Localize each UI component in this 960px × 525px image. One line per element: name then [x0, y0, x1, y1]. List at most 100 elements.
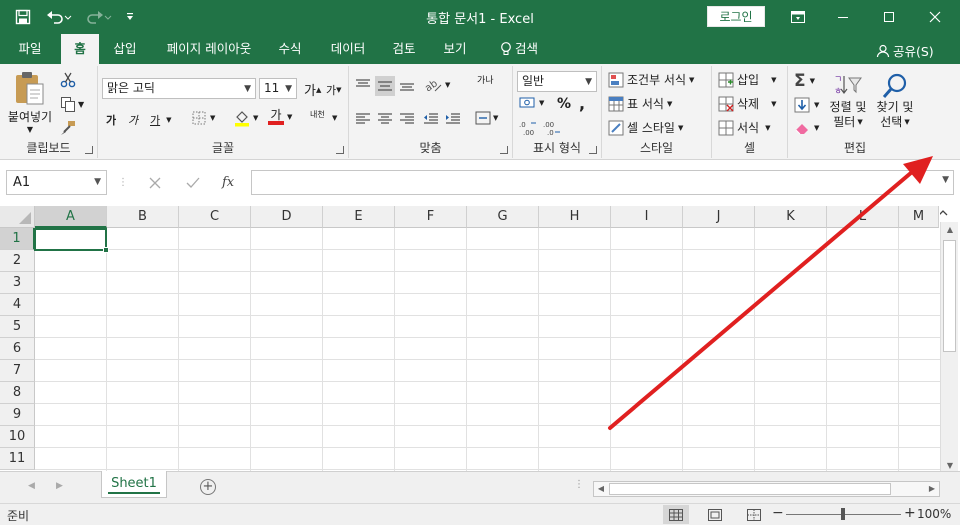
row-header[interactable]: 7: [0, 360, 35, 382]
tab-insert[interactable]: 삽입: [104, 34, 146, 64]
select-all-button[interactable]: [0, 206, 35, 228]
row-header[interactable]: 2: [0, 250, 35, 272]
align-center-button[interactable]: [377, 112, 393, 126]
horizontal-scrollbar[interactable]: ◀ ▶: [593, 481, 940, 497]
row-header[interactable]: 1: [0, 228, 35, 250]
share-button[interactable]: 공유(S): [876, 41, 934, 60]
tab-review[interactable]: 검토: [384, 34, 424, 64]
undo-button[interactable]: [42, 5, 76, 29]
column-header[interactable]: D: [251, 206, 323, 228]
scroll-up-button[interactable]: ▲: [941, 222, 959, 238]
page-layout-view-button[interactable]: [702, 505, 728, 524]
find-select-button[interactable]: 찾기 및 선택 ▼: [872, 72, 918, 130]
cut-button[interactable]: [60, 72, 76, 88]
tab-page-layout[interactable]: 페이지 레이아웃: [156, 34, 262, 64]
number-dialog-launcher[interactable]: [589, 146, 597, 154]
column-header[interactable]: I: [611, 206, 683, 228]
maximize-button[interactable]: [866, 0, 912, 34]
column-header[interactable]: G: [467, 206, 539, 228]
increase-indent-button[interactable]: [445, 112, 461, 126]
next-sheet-button[interactable]: ▶: [56, 481, 63, 491]
alignment-dialog-launcher[interactable]: [500, 146, 508, 154]
row-header[interactable]: 4: [0, 294, 35, 316]
row-header[interactable]: 10: [0, 426, 35, 448]
decrease-indent-button[interactable]: [423, 112, 439, 126]
fill-handle[interactable]: [103, 247, 109, 253]
zoom-slider[interactable]: [786, 508, 901, 520]
save-button[interactable]: [10, 5, 36, 29]
align-top-button[interactable]: [355, 78, 371, 92]
clear-button[interactable]: ▼: [794, 121, 819, 135]
cell-styles-button[interactable]: 셀 스타일 ▼: [608, 119, 683, 136]
copy-button[interactable]: ▼: [60, 96, 84, 112]
bold-button[interactable]: 가: [106, 112, 116, 128]
column-header[interactable]: F: [395, 206, 467, 228]
customize-qat-button[interactable]: [122, 5, 138, 29]
close-button[interactable]: [912, 0, 958, 34]
paste-button[interactable]: 붙여넣기 ▼: [4, 70, 56, 136]
row-header[interactable]: 8: [0, 382, 35, 404]
column-header[interactable]: L: [827, 206, 899, 228]
zoom-out-button[interactable]: −: [772, 505, 784, 521]
prev-sheet-button[interactable]: ◀: [28, 481, 35, 491]
phonetic-dropdown[interactable]: ▼: [332, 114, 337, 122]
tab-data[interactable]: 데이터: [322, 34, 374, 64]
decrease-font-button[interactable]: 가 ▼: [326, 82, 342, 98]
row-header[interactable]: 11: [0, 448, 35, 470]
comma-style-button[interactable]: ,: [579, 94, 585, 113]
font-size-select[interactable]: 11 ▼: [259, 78, 297, 99]
accounting-format-button[interactable]: ▼: [519, 96, 544, 110]
vertical-scrollbar[interactable]: ▲ ▼: [940, 222, 958, 474]
wrap-text-button[interactable]: 가나: [477, 76, 495, 86]
decrease-decimal-button[interactable]: .00.0: [543, 120, 561, 136]
increase-decimal-button[interactable]: .0.00: [519, 120, 537, 136]
cell-area[interactable]: [35, 228, 940, 471]
underline-button[interactable]: 가 ▼: [150, 112, 172, 128]
cancel-entry-button[interactable]: [148, 170, 162, 195]
align-middle-button[interactable]: [375, 76, 395, 96]
ribbon-display-options-button[interactable]: [775, 0, 821, 34]
column-header[interactable]: J: [683, 206, 755, 228]
clipboard-dialog-launcher[interactable]: [85, 146, 93, 154]
column-header[interactable]: H: [539, 206, 611, 228]
font-color-button[interactable]: 가 ▼: [268, 109, 292, 125]
tab-file[interactable]: 파일: [8, 34, 52, 64]
autosum-button[interactable]: Σ ▼: [794, 71, 815, 91]
insert-function-button[interactable]: fx: [222, 170, 234, 195]
page-break-view-button[interactable]: [741, 505, 767, 524]
vertical-scroll-thumb[interactable]: [943, 240, 956, 352]
format-as-table-button[interactable]: 표 서식 ▼: [608, 95, 672, 112]
redo-button[interactable]: [82, 5, 116, 29]
tab-formulas[interactable]: 수식: [270, 34, 310, 64]
number-format-select[interactable]: 일반 ▼: [517, 71, 597, 92]
minimize-button[interactable]: [820, 0, 866, 34]
orientation-button[interactable]: ab ▼: [423, 76, 450, 94]
delete-cells-button[interactable]: 삭제 ▼: [718, 95, 776, 112]
border-button[interactable]: ▼: [192, 111, 215, 125]
login-button[interactable]: 로그인: [707, 6, 765, 27]
normal-view-button[interactable]: [663, 505, 689, 524]
zoom-level[interactable]: 100%: [917, 507, 951, 521]
sheet-tab-sheet1[interactable]: Sheet1: [101, 471, 167, 498]
zoom-in-button[interactable]: +: [904, 505, 916, 521]
format-painter-button[interactable]: [60, 120, 76, 136]
new-sheet-button[interactable]: +: [200, 479, 216, 495]
row-header[interactable]: 3: [0, 272, 35, 294]
format-cells-button[interactable]: 서식 ▼: [718, 119, 770, 136]
formula-input[interactable]: ▼: [251, 170, 954, 195]
align-left-button[interactable]: [355, 112, 371, 126]
column-header[interactable]: A: [35, 206, 107, 228]
sort-filter-button[interactable]: ㄱㅎ 정렬 및 필터 ▼: [826, 72, 870, 130]
column-header[interactable]: M: [899, 206, 939, 228]
tab-home[interactable]: 홈: [61, 34, 99, 64]
zoom-slider-thumb[interactable]: [841, 508, 845, 520]
increase-font-button[interactable]: 가 ▲: [304, 80, 321, 99]
confirm-entry-button[interactable]: [186, 170, 200, 195]
scroll-right-button[interactable]: ▶: [925, 481, 939, 497]
column-header[interactable]: E: [323, 206, 395, 228]
active-cell[interactable]: [34, 228, 107, 251]
scroll-left-button[interactable]: ◀: [594, 481, 608, 497]
merge-center-button[interactable]: ▼: [475, 111, 498, 125]
font-name-select[interactable]: 맑은 고딕 ▼: [102, 78, 256, 99]
percent-style-button[interactable]: %: [557, 96, 571, 112]
